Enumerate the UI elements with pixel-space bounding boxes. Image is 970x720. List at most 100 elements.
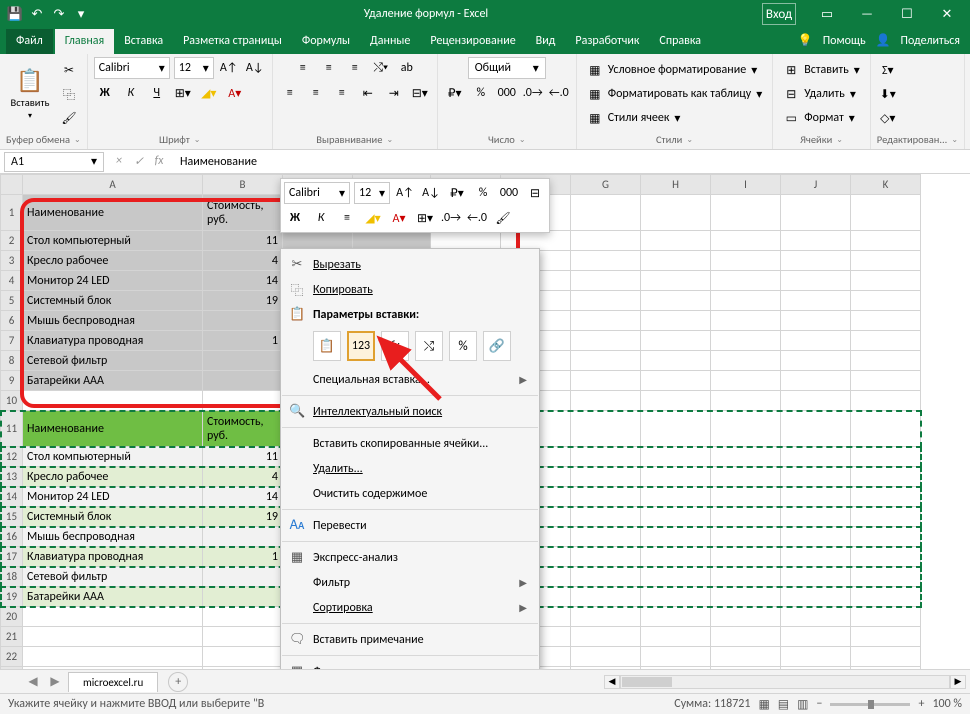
paste-transpose-icon[interactable]: ⤭ (415, 331, 443, 361)
paste-formatting-icon[interactable]: % (449, 331, 477, 361)
mini-shrink-font-icon[interactable]: A↓ (420, 182, 442, 204)
wrap-text-icon[interactable]: ab (396, 57, 418, 79)
align-right-icon[interactable]: ≡ (331, 82, 353, 104)
percent-icon[interactable]: % (470, 82, 492, 104)
insert-cells-button[interactable]: ⊞Вставить▾ (779, 59, 864, 81)
tab-nav-prev-icon[interactable]: ◀ (24, 674, 42, 689)
indent-decrease-icon[interactable]: ⇤ (357, 82, 379, 104)
align-center-icon[interactable]: ≡ (305, 82, 327, 104)
close-icon[interactable]: ✕ (930, 3, 964, 25)
italic-button[interactable]: К (120, 82, 142, 104)
col-header[interactable]: J (781, 175, 851, 195)
col-header[interactable]: K (851, 175, 921, 195)
tell-me-label[interactable]: Помощь (823, 34, 866, 48)
ctx-paste-special[interactable]: Специальная вставка...▶ (281, 367, 539, 392)
row-header[interactable]: 9 (1, 371, 23, 391)
maximize-icon[interactable]: ☐ (890, 3, 924, 25)
share-label[interactable]: Поделиться (901, 34, 960, 48)
login-button[interactable]: Вход (762, 3, 796, 25)
row-header[interactable]: 19 (1, 587, 23, 607)
ctx-insert-copied[interactable]: Вставить скопированные ячейки... (281, 431, 539, 456)
ctx-cut[interactable]: ✂Вырезать (281, 252, 539, 277)
ctx-translate[interactable]: 🗛Перевести (281, 513, 539, 538)
merge-center-icon[interactable]: ⊟▾ (409, 82, 431, 104)
row-header[interactable]: 3 (1, 251, 23, 271)
row-header[interactable]: 11 (1, 411, 23, 447)
fx-icon[interactable]: fx (150, 154, 168, 169)
mini-bold-button[interactable]: Ж (284, 207, 306, 229)
tab-developer[interactable]: Разработчик (565, 29, 649, 54)
row-header[interactable]: 6 (1, 311, 23, 331)
align-top-icon[interactable]: ≡ (292, 57, 314, 79)
ctx-insert-comment[interactable]: 🗨Вставить примечание (281, 627, 539, 652)
sheet-tab[interactable]: microexcel.ru (68, 672, 158, 692)
mini-grow-font-icon[interactable]: A↑ (394, 182, 416, 204)
row-header[interactable]: 14 (1, 487, 23, 507)
autosum-icon[interactable]: Σ▾ (877, 59, 899, 81)
cell-styles-button[interactable]: ▦Стили ячеек▾ (583, 107, 767, 129)
ctx-smart-lookup[interactable]: 🔍Интеллектуальный поиск (281, 399, 539, 424)
mini-dec-decimal-icon[interactable]: ←.0 (466, 207, 488, 229)
col-header[interactable]: G (571, 175, 641, 195)
tab-data[interactable]: Данные (360, 29, 420, 54)
shrink-font-icon[interactable]: A↓ (244, 57, 266, 79)
ctx-copy[interactable]: ⿻Копировать (281, 277, 539, 302)
mini-align-icon[interactable]: ≡ (336, 207, 358, 229)
tab-layout[interactable]: Разметка страницы (173, 29, 292, 54)
view-normal-icon[interactable]: ▦ (758, 697, 769, 712)
zoom-level[interactable]: 100 % (932, 697, 962, 711)
row-header[interactable]: 10 (1, 391, 23, 411)
tab-insert[interactable]: Вставка (114, 29, 173, 54)
mini-inc-decimal-icon[interactable]: .0→ (440, 207, 462, 229)
ribbon-options-icon[interactable]: ▭ (810, 3, 844, 25)
indent-increase-icon[interactable]: ⇥ (383, 82, 405, 104)
mini-currency-icon[interactable]: ₽▾ (446, 182, 468, 204)
align-bottom-icon[interactable]: ≡ (344, 57, 366, 79)
mini-comma-icon[interactable]: 000 (498, 182, 520, 204)
col-header[interactable]: H (641, 175, 711, 195)
row-header[interactable]: 17 (1, 547, 23, 567)
font-color-button[interactable]: A▾ (224, 82, 246, 104)
fill-color-button[interactable]: ◢▾ (198, 82, 220, 104)
increase-decimal-icon[interactable]: .0→ (522, 82, 544, 104)
view-pagebreak-icon[interactable]: ▥ (797, 697, 808, 712)
ctx-sort[interactable]: Сортировка▶ (281, 595, 539, 620)
add-sheet-button[interactable]: + (168, 672, 188, 692)
paste-link-icon[interactable]: 🔗 (483, 331, 511, 361)
ctx-clear[interactable]: Очистить содержимое (281, 481, 539, 506)
format-as-table-button[interactable]: ▦Форматировать как таблицу▾ (583, 83, 767, 105)
paste-formulas-icon[interactable]: fx (381, 331, 409, 361)
ctx-quick-analysis[interactable]: ▦Экспресс-анализ (281, 545, 539, 570)
zoom-slider[interactable] (830, 703, 910, 706)
zoom-out-icon[interactable]: − (816, 697, 822, 711)
mini-merge-icon[interactable]: ⊟ (524, 182, 546, 204)
tab-home[interactable]: Главная (55, 29, 114, 54)
align-middle-icon[interactable]: ≡ (318, 57, 340, 79)
underline-button[interactable]: Ч (146, 82, 168, 104)
mini-format-painter-icon[interactable]: 🖌 (492, 207, 514, 229)
mini-fill-color-icon[interactable]: ◢▾ (362, 207, 384, 229)
tab-help[interactable]: Справка (649, 29, 711, 54)
minimize-icon[interactable]: — (850, 3, 884, 25)
view-layout-icon[interactable]: ▤ (778, 697, 789, 712)
format-cells-button[interactable]: ▭Формат▾ (779, 107, 864, 129)
enter-icon[interactable]: ✓ (130, 154, 148, 169)
worksheet-grid[interactable]: ABCDEFGHIJK1 Наименование Стоимость, руб… (0, 174, 970, 669)
ctx-delete[interactable]: Удалить... (281, 456, 539, 481)
row-header[interactable]: 16 (1, 527, 23, 547)
mini-border-icon[interactable]: ⊞▾ (414, 207, 436, 229)
col-header[interactable]: I (711, 175, 781, 195)
mini-font-name[interactable]: Calibri▾ (284, 182, 350, 204)
font-size-box[interactable]: 12▾ (174, 57, 214, 79)
bold-button[interactable]: Ж (94, 82, 116, 104)
paste-values-icon[interactable]: 123 (347, 331, 375, 361)
border-button[interactable]: ⊞▾ (172, 82, 194, 104)
row-header[interactable]: 7 (1, 331, 23, 351)
grow-font-icon[interactable]: A↑ (218, 57, 240, 79)
mini-italic-button[interactable]: К (310, 207, 332, 229)
mini-font-color-icon[interactable]: A▾ (388, 207, 410, 229)
row-header[interactable]: 8 (1, 351, 23, 371)
row-header[interactable]: 13 (1, 467, 23, 487)
name-box[interactable]: A1▾ (4, 152, 104, 172)
col-header[interactable]: A (23, 175, 203, 195)
